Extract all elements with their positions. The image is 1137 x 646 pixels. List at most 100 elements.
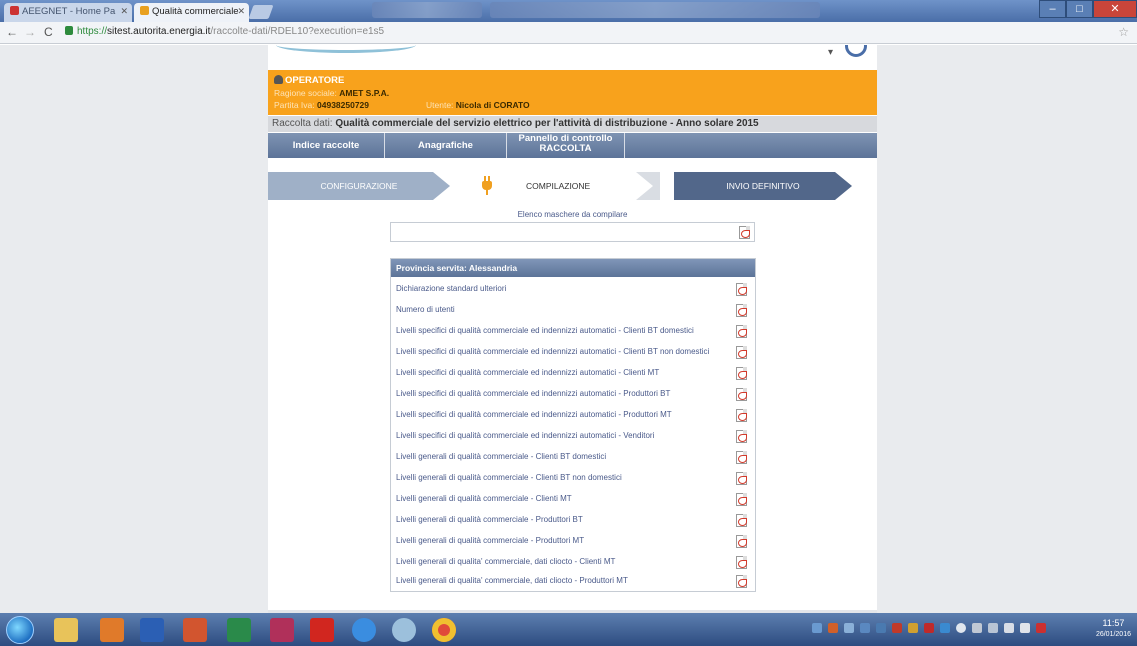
maximize-icon[interactable]: □ [1066, 0, 1093, 18]
row-link[interactable]: Livelli generali di qualità commerciale … [396, 515, 583, 524]
reload-icon[interactable]: C [44, 25, 53, 39]
operator-heading-label: OPERATORE [285, 75, 345, 86]
tray-icon[interactable] [860, 623, 870, 633]
pdf-icon[interactable] [739, 226, 750, 239]
utente-group: Utente: Nicola di CORATO [426, 100, 530, 110]
pdf-icon[interactable] [736, 514, 747, 527]
table-row: Dichiarazione standard ulteriori [391, 280, 755, 300]
pdf-icon[interactable] [736, 535, 747, 548]
taskbar-clock[interactable]: 11:57 26/01/2016 [1096, 617, 1131, 641]
operator-piva-row: Partita Iva: 04938250729 Utente: Nicola … [274, 100, 530, 110]
table-row: Livelli specifici di qualità commerciale… [391, 322, 755, 342]
network-icon[interactable] [1036, 623, 1046, 633]
media-player-icon[interactable] [100, 618, 124, 642]
pdf-icon[interactable] [736, 493, 747, 506]
row-link[interactable]: Dichiarazione standard ulteriori [396, 284, 506, 293]
operator-heading: OPERATORE [274, 75, 344, 86]
app-icon[interactable] [392, 618, 416, 642]
start-button[interactable] [6, 616, 34, 644]
volume-icon[interactable] [1020, 623, 1030, 633]
blurred-window-title [372, 2, 482, 18]
pdf-icon[interactable] [736, 283, 747, 296]
row-link[interactable]: Livelli generali di qualita' commerciale… [396, 557, 615, 566]
row-link[interactable]: Livelli specifici di qualità commerciale… [396, 410, 672, 419]
flag-icon[interactable] [1004, 623, 1014, 633]
access-icon[interactable] [270, 618, 294, 642]
step-compilazione[interactable]: COMPILAZIONE [526, 172, 590, 200]
minimize-icon[interactable]: – [1039, 0, 1066, 18]
pdf-icon[interactable] [736, 367, 747, 380]
browser-tab-aeegnet[interactable]: AEEGNET - Home Pa ✕ [4, 3, 132, 22]
pdf-icon[interactable] [736, 304, 747, 317]
close-tab-icon[interactable]: ✕ [120, 6, 128, 17]
row-link[interactable]: Livelli specifici di qualità commerciale… [396, 326, 694, 335]
nav-indice-raccolte[interactable]: Indice raccolte [268, 133, 385, 158]
row-link[interactable]: Livelli generali di qualita' commerciale… [396, 576, 628, 585]
maschere-select[interactable] [390, 222, 755, 242]
row-link[interactable]: Livelli generali di qualità commerciale … [396, 473, 622, 482]
back-arrow-icon[interactable]: ← [6, 25, 18, 39]
row-link[interactable]: Livelli specifici di qualità commerciale… [396, 368, 659, 377]
tray-icon[interactable] [812, 623, 822, 633]
row-link[interactable]: Livelli generali di qualità commerciale … [396, 494, 572, 503]
row-link[interactable]: Livelli specifici di qualità commerciale… [396, 347, 709, 356]
browser-tab-qualita[interactable]: Qualità commerciale ✕ [134, 3, 249, 22]
main-nav: Indice raccolte Anagrafiche Pannello di … [268, 133, 877, 158]
pdf-icon[interactable] [736, 409, 747, 422]
nav-anagrafiche[interactable]: Anagrafiche [385, 133, 507, 158]
clock-date: 26/01/2016 [1095, 631, 1131, 638]
tray-icon[interactable] [940, 623, 950, 633]
powerpoint-icon[interactable] [183, 618, 207, 642]
excel-icon[interactable] [227, 618, 251, 642]
pdf-icon[interactable] [736, 325, 747, 338]
tray-icon[interactable] [956, 623, 966, 633]
row-link[interactable]: Numero di utenti [396, 305, 455, 314]
row-link[interactable]: Livelli specifici di qualità commerciale… [396, 389, 670, 398]
step-configurazione[interactable]: CONFIGURAZIONE [268, 172, 450, 200]
elenco-label: Elenco maschere da compilare [517, 210, 628, 219]
internet-explorer-icon[interactable] [352, 618, 376, 642]
pdf-icon[interactable] [736, 346, 747, 359]
file-explorer-icon[interactable] [54, 618, 78, 642]
tray-icon[interactable] [924, 623, 934, 633]
forward-arrow-icon[interactable]: → [24, 25, 36, 39]
tab-label: Qualità commerciale [152, 6, 239, 17]
ragione-value: AMET S.P.A. [339, 88, 390, 98]
chrome-icon[interactable] [432, 618, 456, 642]
pdf-icon[interactable] [736, 388, 747, 401]
tray-icon[interactable] [908, 623, 918, 633]
url-input[interactable]: https://sitest.autorita.energia.it/racco… [65, 25, 1105, 41]
tab-label: AEEGNET - Home Pa [22, 6, 116, 17]
tray-icon[interactable] [828, 623, 838, 633]
step-invio-definitivo[interactable]: INVIO DEFINITIVO [674, 172, 852, 200]
tray-icon[interactable] [892, 623, 902, 633]
tray-icon[interactable] [876, 623, 886, 633]
pdf-icon[interactable] [736, 556, 747, 569]
acrobat-icon[interactable] [310, 618, 334, 642]
operator-panel: OPERATORE Ragione sociale: AMET S.P.A. P… [268, 70, 877, 115]
tray-icon[interactable] [844, 623, 854, 633]
new-tab-button[interactable] [248, 5, 274, 19]
bookmark-star-icon[interactable]: ☆ [1118, 25, 1129, 39]
pdf-icon[interactable] [736, 575, 747, 588]
pdf-icon[interactable] [736, 430, 747, 443]
tray-icon[interactable] [988, 623, 998, 633]
logo-circle-icon [845, 45, 867, 57]
row-link[interactable]: Livelli specifici di qualità commerciale… [396, 431, 654, 440]
chevron-down-icon[interactable]: ▾ [828, 47, 833, 58]
tray-icon[interactable] [972, 623, 982, 633]
row-link[interactable]: Livelli generali di qualità commerciale … [396, 452, 606, 461]
word-icon[interactable] [140, 618, 164, 642]
address-bar: ← → C https://sitest.autorita.energia.it… [0, 22, 1137, 44]
piva-value: 04938250729 [317, 100, 370, 110]
close-tab-icon[interactable]: ✕ [237, 6, 245, 17]
url-domain: sitest.autorita.energia.it [107, 26, 211, 37]
site-favicon-icon [140, 6, 149, 15]
close-window-icon[interactable]: ✕ [1093, 0, 1137, 18]
row-link[interactable]: Livelli generali di qualità commerciale … [396, 536, 584, 545]
pdf-icon[interactable] [736, 472, 747, 485]
table-row: Livelli generali di qualità commerciale … [391, 490, 755, 510]
pdf-icon[interactable] [736, 451, 747, 464]
nav-pannello-controllo[interactable]: Pannello di controllo RACCOLTA [507, 133, 625, 158]
table-row: Numero di utenti [391, 301, 755, 321]
